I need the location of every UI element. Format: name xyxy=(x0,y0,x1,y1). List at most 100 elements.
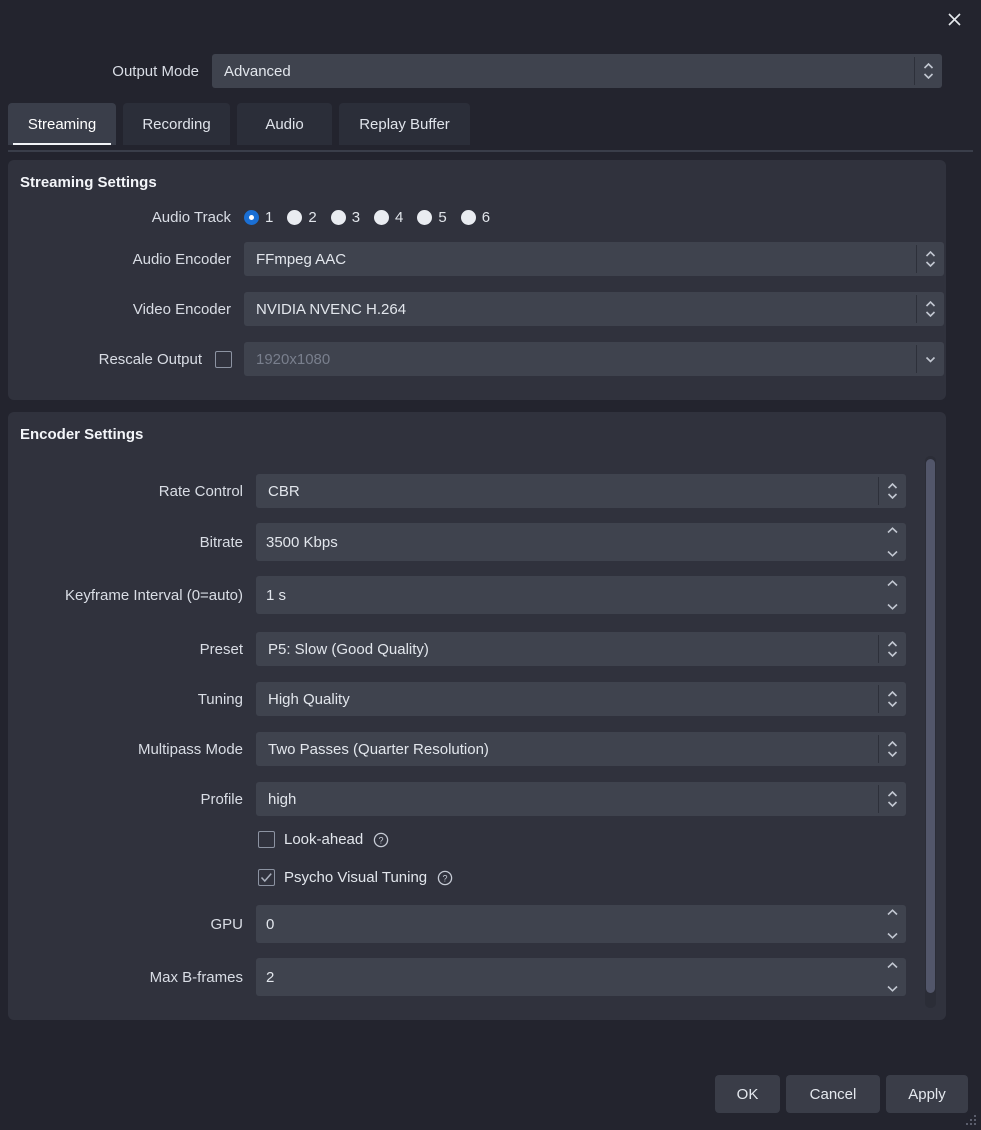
output-mode-label: Output Mode xyxy=(112,62,199,80)
apply-button[interactable]: Apply xyxy=(886,1075,968,1113)
audio-track-label: Audio Track xyxy=(151,208,231,226)
look-ahead-checkbox[interactable] xyxy=(258,831,275,848)
rescale-output-value: 1920x1080 xyxy=(256,350,331,368)
encoder-settings-title: Encoder Settings xyxy=(20,426,144,443)
tab-replay-buffer[interactable]: Replay Buffer xyxy=(339,103,470,145)
audio-encoder-row: Audio Encoder FFmpeg AAC xyxy=(8,242,944,276)
psycho-visual-tuning-checkbox[interactable] xyxy=(258,869,275,886)
audio-track-row: Audio Track 1 2 3 4 5 6 xyxy=(8,200,504,234)
bitrate-stepper[interactable]: 3500 Kbps xyxy=(256,523,906,561)
chevron-updown-icon[interactable] xyxy=(879,782,906,816)
audio-track-radio-3[interactable]: 3 xyxy=(330,208,361,226)
chevron-updown-icon[interactable] xyxy=(879,682,906,716)
tab-bar: Streaming Recording Audio Replay Buffer xyxy=(8,103,973,147)
tab-streaming[interactable]: Streaming xyxy=(8,103,116,145)
multipass-mode-select[interactable]: Two Passes (Quarter Resolution) xyxy=(256,732,906,766)
rescale-output-row: Rescale Output 1920x1080 xyxy=(8,342,944,376)
video-encoder-select[interactable]: NVIDIA NVENC H.264 xyxy=(244,292,944,326)
svg-text:?: ? xyxy=(443,873,448,883)
tab-streaming-label: Streaming xyxy=(27,115,97,133)
chevron-updown-icon[interactable] xyxy=(915,54,942,88)
multipass-mode-value: Two Passes (Quarter Resolution) xyxy=(268,740,489,758)
svg-text:?: ? xyxy=(379,835,384,845)
tab-audio[interactable]: Audio xyxy=(237,103,332,145)
tab-audio-label: Audio xyxy=(265,115,304,133)
rate-control-select[interactable]: CBR xyxy=(256,474,906,508)
dialog-footer: OK Cancel Apply xyxy=(0,1075,981,1117)
preset-select[interactable]: P5: Slow (Good Quality) xyxy=(256,632,906,666)
preset-row: Preset P5: Slow (Good Quality) xyxy=(8,632,906,666)
radio-icon xyxy=(460,209,476,225)
encoder-settings-scrollbar[interactable] xyxy=(925,456,936,1008)
radio-icon xyxy=(374,209,390,225)
audio-track-radio-4-label: 4 xyxy=(395,208,404,226)
keyframe-interval-value: 1 s xyxy=(266,586,287,604)
chevron-updown-icon[interactable] xyxy=(917,292,944,326)
psycho-visual-tuning-row[interactable]: Psycho Visual Tuning ? xyxy=(258,869,453,886)
tab-recording-label: Recording xyxy=(142,115,211,133)
stepper-arrows-icon[interactable] xyxy=(878,523,906,561)
help-icon[interactable]: ? xyxy=(373,832,389,848)
output-mode-row: Output Mode Advanced xyxy=(0,54,981,88)
close-icon[interactable] xyxy=(933,2,975,36)
rescale-output-checkbox[interactable] xyxy=(215,350,232,368)
chevron-updown-icon[interactable] xyxy=(917,242,944,276)
cancel-button[interactable]: Cancel xyxy=(786,1075,880,1113)
scrollbar-thumb[interactable] xyxy=(926,459,935,993)
gpu-label: GPU xyxy=(210,915,243,933)
settings-dialog: Output Mode Advanced Streaming Recording… xyxy=(0,0,981,1130)
tuning-select[interactable]: High Quality xyxy=(256,682,906,716)
preset-label: Preset xyxy=(199,640,243,658)
stepper-arrows-icon[interactable] xyxy=(878,905,906,943)
tab-recording[interactable]: Recording xyxy=(123,103,230,145)
profile-row: Profile high xyxy=(8,782,906,816)
gpu-stepper[interactable]: 0 xyxy=(256,905,906,943)
tab-replay-buffer-label: Replay Buffer xyxy=(359,115,450,133)
bitrate-row: Bitrate 3500 Kbps xyxy=(8,523,906,561)
video-encoder-row: Video Encoder NVIDIA NVENC H.264 xyxy=(8,292,944,326)
close-glyph xyxy=(947,12,961,26)
keyframe-interval-stepper[interactable]: 1 s xyxy=(256,576,906,614)
tab-underline-divider xyxy=(8,150,973,152)
resize-grip[interactable] xyxy=(965,1114,978,1127)
chevron-updown-icon[interactable] xyxy=(879,732,906,766)
output-mode-select[interactable]: Advanced xyxy=(212,54,942,88)
profile-select[interactable]: high xyxy=(256,782,906,816)
ok-button[interactable]: OK xyxy=(715,1075,780,1113)
audio-track-radio-2[interactable]: 2 xyxy=(287,208,317,226)
audio-track-radio-group: 1 2 3 4 5 6 xyxy=(244,209,504,226)
stepper-arrows-icon[interactable] xyxy=(878,576,906,614)
video-encoder-value: NVIDIA NVENC H.264 xyxy=(256,300,407,318)
bitrate-value: 3500 Kbps xyxy=(266,533,338,551)
audio-encoder-select[interactable]: FFmpeg AAC xyxy=(244,242,944,276)
rescale-output-label: Rescale Output xyxy=(98,350,202,368)
video-encoder-label: Video Encoder xyxy=(132,300,231,318)
audio-track-radio-1[interactable]: 1 xyxy=(244,209,273,226)
preset-value: P5: Slow (Good Quality) xyxy=(268,640,429,658)
radio-icon xyxy=(287,209,303,225)
multipass-mode-row: Multipass Mode Two Passes (Quarter Resol… xyxy=(8,732,906,766)
gpu-value: 0 xyxy=(266,915,275,933)
rate-control-row: Rate Control CBR xyxy=(8,474,906,508)
audio-track-radio-2-label: 2 xyxy=(308,208,317,226)
chevron-down-icon[interactable] xyxy=(917,342,944,376)
rate-control-label: Rate Control xyxy=(158,482,243,500)
audio-track-radio-3-label: 3 xyxy=(351,208,361,226)
chevron-updown-icon[interactable] xyxy=(879,632,906,666)
profile-value: high xyxy=(268,790,297,808)
max-b-frames-stepper[interactable]: 2 xyxy=(256,958,906,996)
look-ahead-label: Look-ahead xyxy=(284,831,364,848)
chevron-updown-icon[interactable] xyxy=(879,474,906,508)
rescale-output-select[interactable]: 1920x1080 xyxy=(244,342,944,376)
rate-control-value: CBR xyxy=(268,482,300,500)
audio-track-radio-4[interactable]: 4 xyxy=(374,209,403,226)
audio-track-radio-6[interactable]: 6 xyxy=(460,209,490,226)
audio-track-radio-5[interactable]: 5 xyxy=(417,209,447,226)
max-b-frames-row: Max B-frames 2 xyxy=(8,958,906,996)
help-icon[interactable]: ? xyxy=(437,870,453,886)
stepper-arrows-icon[interactable] xyxy=(878,958,906,996)
checkmark-icon xyxy=(260,873,272,883)
look-ahead-row[interactable]: Look-ahead ? xyxy=(258,831,389,848)
radio-icon xyxy=(417,209,433,225)
streaming-settings-panel: Streaming Settings Audio Track 1 2 3 4 5… xyxy=(8,160,946,400)
